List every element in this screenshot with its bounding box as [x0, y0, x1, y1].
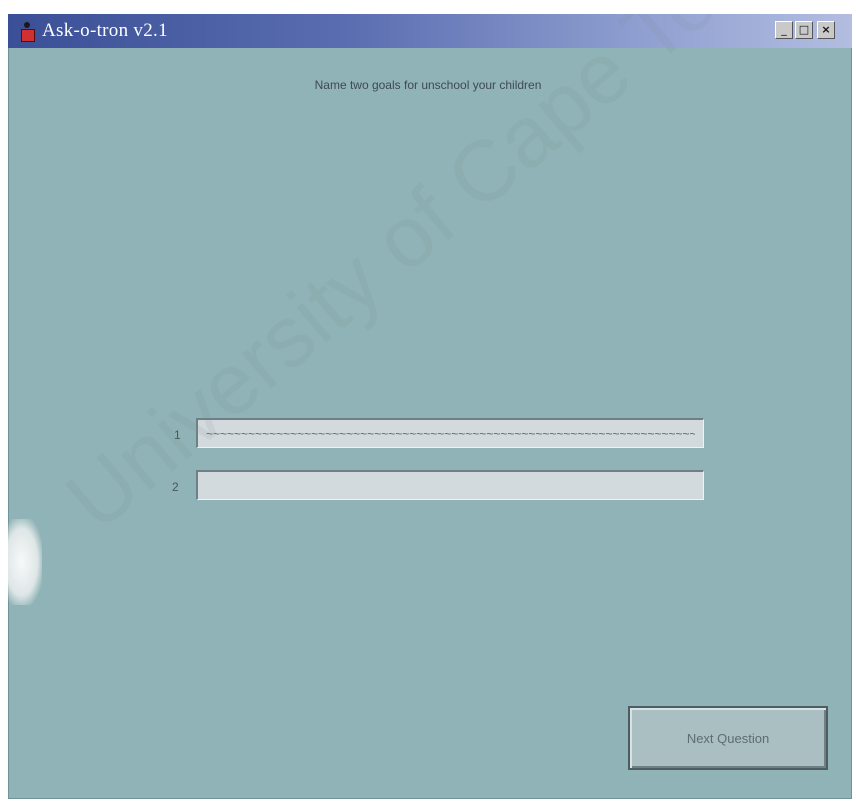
person-icon-head	[24, 22, 30, 28]
answer-label-1: 1	[174, 428, 181, 442]
person-icon	[20, 22, 35, 42]
next-question-button[interactable]: Next Question	[628, 706, 828, 770]
person-icon-body	[21, 29, 35, 42]
minimize-icon[interactable]: _	[775, 21, 793, 39]
close-icon[interactable]: ×	[817, 21, 835, 39]
title-bar[interactable]: Ask-o-tron v2.1 _ □ ×	[8, 14, 852, 48]
maximize-icon[interactable]: □	[795, 21, 813, 39]
scan-artifact	[8, 519, 42, 605]
answer-field-1[interactable]	[196, 418, 704, 448]
window-title: Ask-o-tron v2.1	[42, 20, 168, 41]
answer-label-2: 2	[172, 480, 179, 494]
question-text: Name two goals for unschool your childre…	[314, 78, 542, 92]
answer-field-2[interactable]	[196, 470, 704, 500]
app-window: Ask-o-tron v2.1 _ □ × Name two goals for…	[8, 14, 852, 799]
